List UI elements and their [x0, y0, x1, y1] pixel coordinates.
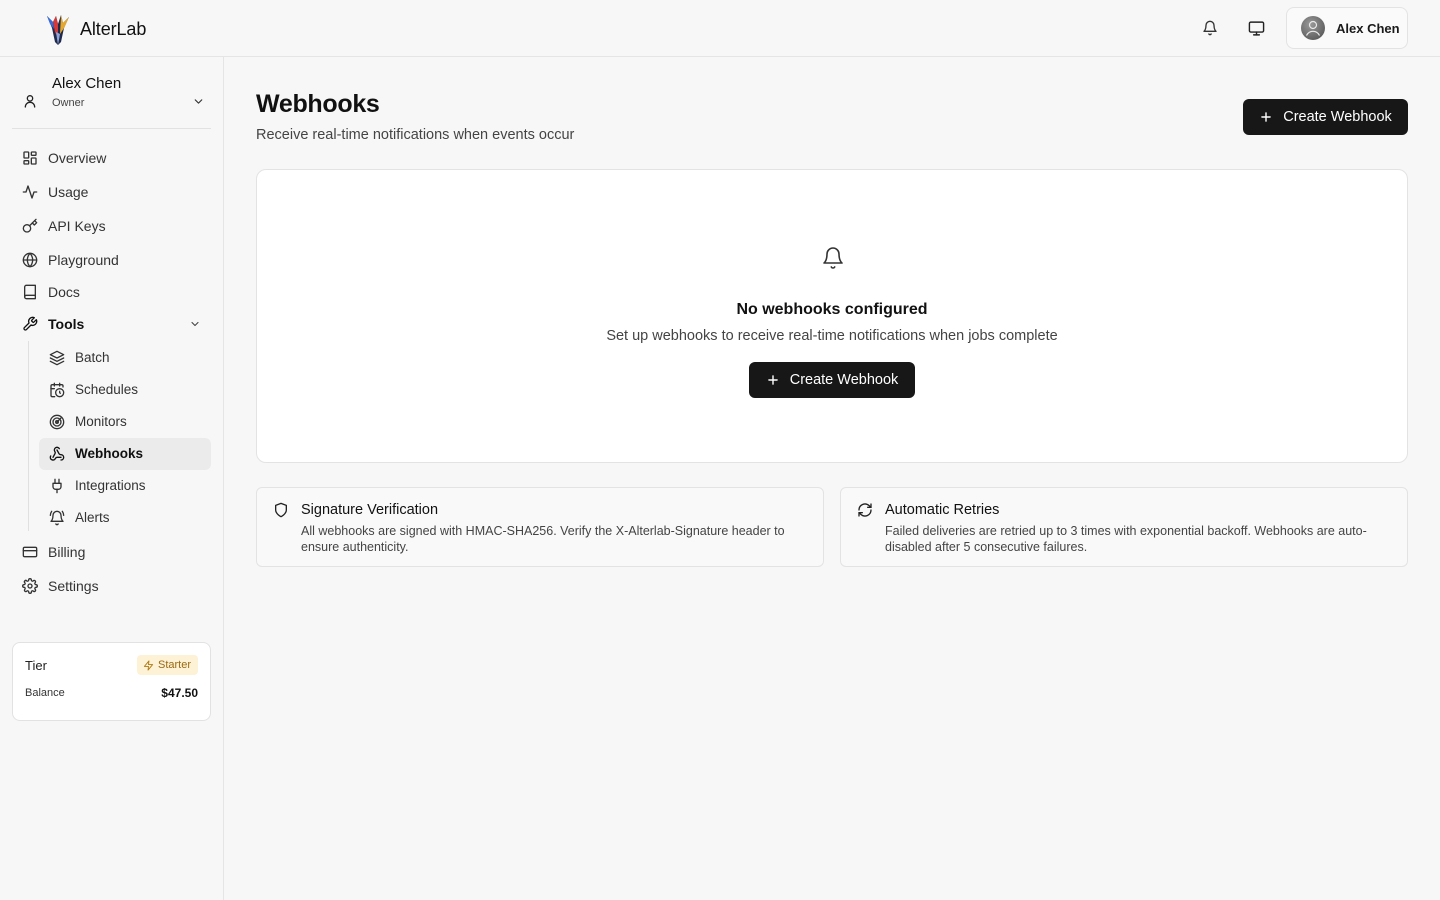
- sidebar-item-label: Batch: [75, 350, 110, 365]
- alterlab-logo-icon: [47, 15, 69, 45]
- sidebar-item-label: Webhooks: [75, 446, 144, 461]
- create-webhook-label: Create Webhook: [1283, 109, 1392, 125]
- sidebar-item-label: Overview: [48, 150, 107, 166]
- user-icon: [24, 95, 36, 108]
- credit-card-icon: [22, 546, 38, 558]
- sidebar-item-docs[interactable]: Docs: [12, 277, 211, 307]
- sidebar-item-label: Playground: [48, 252, 119, 268]
- globe-icon: [22, 252, 38, 268]
- shield-icon: [275, 502, 287, 518]
- sidebar-item-playground[interactable]: Playground: [12, 245, 211, 275]
- create-webhook-label: Create Webhook: [789, 372, 899, 388]
- sidebar-item-monitors[interactable]: Monitors: [39, 406, 211, 438]
- empty-state-card: No webhooks configured Set up webhooks t…: [256, 169, 1408, 463]
- tier-badge: Starter: [136, 655, 198, 675]
- sidebar-item-integrations[interactable]: Integrations: [39, 470, 211, 502]
- info-card-text: All webhooks are signed with HMAC-SHA256…: [301, 524, 785, 554]
- sidebar-item-settings[interactable]: Settings: [12, 571, 211, 601]
- brand[interactable]: AlterLab: [44, 12, 146, 46]
- tools-tree-line: [28, 341, 29, 531]
- radar-icon: [49, 414, 65, 430]
- tier-card: Tier Starter Balance $47.50: [12, 642, 211, 721]
- sidebar-item-label: Billing: [48, 544, 86, 560]
- user-avatar-icon: [1305, 20, 1321, 36]
- empty-state-subtitle: Set up webhooks to receive real-time not…: [606, 328, 1058, 344]
- sidebar-item-label: Alerts: [75, 510, 110, 525]
- user-chip-name: Alex Chen: [1336, 20, 1400, 36]
- sidebar-item-label: Usage: [48, 184, 89, 200]
- sidebar-item-api-keys[interactable]: API Keys: [12, 211, 211, 241]
- chevron-down-icon: [191, 321, 199, 327]
- page-title: Webhooks: [256, 90, 380, 118]
- sidebar-item-label: Docs: [48, 284, 80, 300]
- layers-icon: [49, 350, 65, 366]
- sidebar-item-alerts[interactable]: Alerts: [39, 502, 211, 534]
- sidebar-item-billing[interactable]: Billing: [12, 537, 211, 567]
- top-bar: AlterLab Alex Chen: [0, 0, 1440, 57]
- display-button[interactable]: [1245, 17, 1267, 39]
- account-name: Alex Chen: [52, 75, 122, 92]
- sidebar-item-usage[interactable]: Usage: [12, 177, 211, 207]
- balance-value: $47.50: [161, 686, 198, 700]
- book-icon: [24, 284, 36, 300]
- empty-state-title: No webhooks configured: [736, 301, 928, 318]
- calendar-clock-icon: [50, 382, 65, 398]
- gear-icon: [22, 578, 38, 594]
- info-card-retries: Automatic Retries Failed deliveries are …: [840, 487, 1408, 567]
- key-icon: [22, 218, 38, 233]
- sidebar-item-label: Schedules: [75, 382, 139, 397]
- info-card-title: Automatic Retries: [885, 502, 1000, 518]
- sidebar-item-label: API Keys: [48, 218, 106, 234]
- grid-icon: [23, 151, 37, 165]
- wrench-icon: [23, 316, 38, 331]
- sidebar-item-label: Tools: [48, 316, 85, 332]
- create-webhook-button-empty[interactable]: Create Webhook: [749, 362, 915, 398]
- monitor-icon: [1248, 20, 1264, 36]
- tier-badge-label: Starter: [157, 659, 191, 671]
- info-card-signature: Signature Verification All webhooks are …: [256, 487, 824, 567]
- webhook-icon: [49, 446, 65, 461]
- bell-ring-icon: [49, 510, 65, 526]
- user-menu-button[interactable]: Alex Chen: [1286, 7, 1408, 49]
- info-card-text: Failed deliveries are retried up to 3 ti…: [885, 524, 1367, 554]
- brand-name: AlterLab: [80, 18, 147, 39]
- chevron-down-icon: [194, 99, 203, 104]
- sidebar-item-label: Settings: [48, 578, 99, 594]
- sidebar-item-webhooks[interactable]: Webhooks: [39, 438, 211, 470]
- sidebar-item-label: Integrations: [75, 478, 146, 493]
- refresh-icon: [858, 503, 872, 517]
- sidebar-item-schedules[interactable]: Schedules: [39, 374, 211, 406]
- plug-icon: [52, 478, 62, 494]
- sidebar-item-batch[interactable]: Batch: [39, 342, 211, 374]
- activity-icon: [22, 185, 38, 199]
- info-card-title: Signature Verification: [301, 502, 439, 518]
- avatar: [1301, 16, 1325, 40]
- sidebar-item-tools[interactable]: Tools: [12, 309, 211, 339]
- sidebar: Alex Chen Owner Overview Usage API Keys …: [0, 57, 224, 900]
- plus-icon: [1261, 112, 1272, 122]
- account-role: Owner: [52, 97, 85, 109]
- create-webhook-button[interactable]: Create Webhook: [1243, 99, 1408, 135]
- page-subtitle: Receive real-time notifications when eve…: [256, 127, 575, 143]
- balance-label: Balance: [25, 687, 65, 699]
- sidebar-item-overview[interactable]: Overview: [12, 143, 211, 173]
- sidebar-item-label: Monitors: [75, 414, 127, 429]
- bell-icon: [823, 247, 843, 269]
- plus-icon: [767, 375, 778, 385]
- bell-icon: [1203, 20, 1217, 36]
- account-switcher[interactable]: Alex Chen Owner: [12, 67, 211, 129]
- notifications-button[interactable]: [1199, 17, 1221, 39]
- tier-label: Tier: [25, 658, 47, 673]
- lightning-icon: [143, 659, 154, 671]
